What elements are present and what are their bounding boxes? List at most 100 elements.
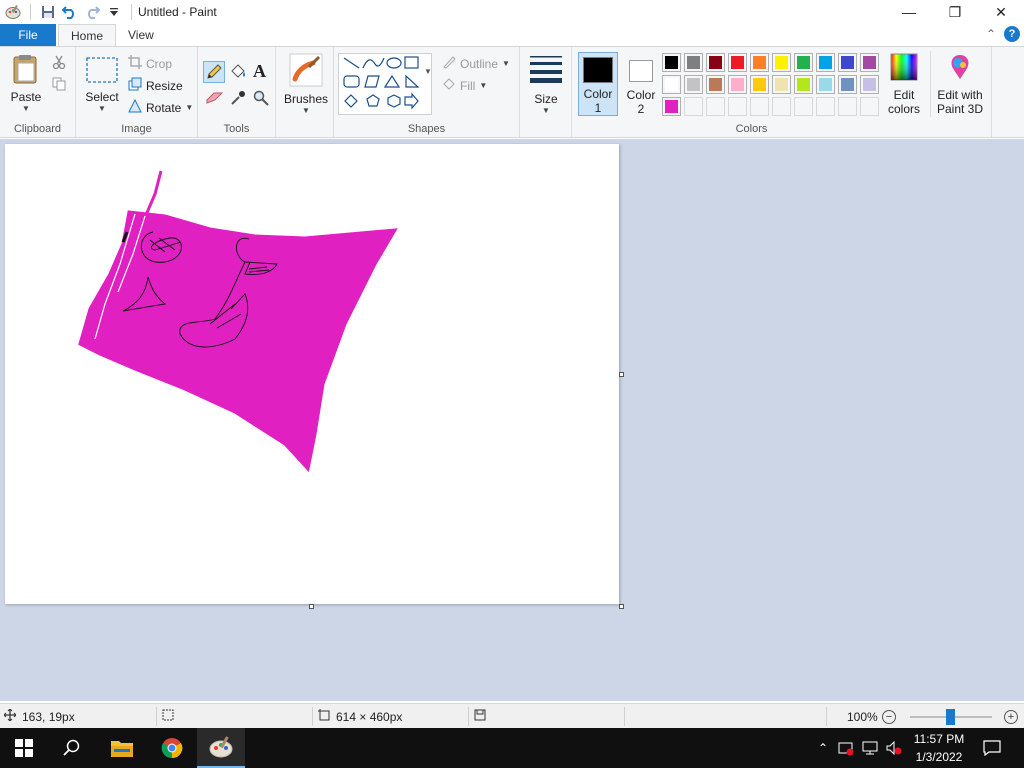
color1-button[interactable]: Color 1 bbox=[578, 52, 618, 116]
palette-swatch[interactable] bbox=[728, 53, 747, 72]
eraser-icon[interactable] bbox=[206, 91, 224, 108]
outline-button[interactable]: Outline ▼ bbox=[442, 55, 510, 72]
palette-swatch-color bbox=[797, 78, 810, 91]
notifications-button[interactable] bbox=[970, 728, 1014, 768]
paste-button[interactable]: Paste ▼ bbox=[6, 53, 46, 113]
collapse-ribbon-icon[interactable]: ⌃ bbox=[986, 27, 996, 41]
palette-swatch[interactable] bbox=[750, 75, 769, 94]
drawing-canvas[interactable] bbox=[5, 144, 619, 604]
rotate-button[interactable]: Rotate ▼ bbox=[128, 98, 193, 116]
search-button[interactable] bbox=[48, 728, 96, 768]
paint-app-icon[interactable] bbox=[4, 3, 22, 21]
zoom-slider-thumb[interactable] bbox=[946, 709, 955, 725]
palette-swatch[interactable] bbox=[750, 53, 769, 72]
paint-taskbar-button[interactable] bbox=[197, 728, 245, 768]
palette-swatch[interactable] bbox=[728, 97, 747, 116]
chrome-button[interactable] bbox=[148, 728, 196, 768]
palette-swatch[interactable] bbox=[662, 53, 681, 72]
palette-swatch[interactable] bbox=[816, 97, 835, 116]
volume-muted-icon[interactable] bbox=[882, 740, 906, 756]
palette-swatch[interactable] bbox=[772, 53, 791, 72]
status-divider bbox=[468, 707, 469, 726]
palette-swatch[interactable] bbox=[772, 97, 791, 116]
clipboard-group: Paste ▼ Clipboard bbox=[0, 47, 76, 137]
palette-swatch[interactable] bbox=[838, 53, 857, 72]
palette-swatch[interactable] bbox=[838, 97, 857, 116]
palette-swatch[interactable] bbox=[662, 75, 681, 94]
system-clock[interactable]: 11:57 PM 1/3/2022 bbox=[908, 730, 970, 766]
tab-file[interactable]: File bbox=[0, 24, 56, 46]
palette-swatch[interactable] bbox=[706, 97, 725, 116]
start-button[interactable] bbox=[0, 728, 48, 768]
palette-swatch[interactable] bbox=[706, 53, 725, 72]
palette-swatch-color bbox=[687, 56, 700, 69]
tab-view[interactable]: View bbox=[116, 24, 166, 46]
palette-swatch[interactable] bbox=[772, 75, 791, 94]
palette-swatch[interactable] bbox=[728, 75, 747, 94]
fill-button[interactable]: Fill ▼ bbox=[442, 77, 487, 94]
fill-bucket-icon[interactable] bbox=[229, 63, 247, 84]
text-icon[interactable]: A bbox=[253, 61, 266, 82]
zoom-out-button[interactable]: − bbox=[882, 710, 896, 724]
palette-swatch[interactable] bbox=[750, 97, 769, 116]
status-bar: 163, 19px 614 × 460px 100% − + bbox=[0, 703, 1024, 728]
palette-swatch[interactable] bbox=[860, 75, 879, 94]
network-icon[interactable] bbox=[858, 740, 882, 756]
zoom-in-button[interactable]: + bbox=[1004, 710, 1018, 724]
chrome-icon bbox=[161, 738, 183, 759]
brushes-button[interactable]: Brushes ▼ bbox=[284, 53, 328, 115]
window-title: Untitled - Paint bbox=[138, 5, 217, 19]
paint3d-button[interactable]: Edit with Paint 3D bbox=[934, 53, 986, 116]
show-hidden-icons-icon[interactable]: ⌃ bbox=[812, 741, 834, 755]
file-explorer-button[interactable] bbox=[98, 728, 146, 768]
save-icon[interactable] bbox=[39, 3, 57, 21]
magnifier-icon[interactable] bbox=[253, 90, 269, 109]
crop-label: Crop bbox=[146, 56, 173, 71]
resize-handle-bottom[interactable] bbox=[309, 604, 314, 609]
shapes-scroll-icon[interactable]: ▼ bbox=[424, 67, 432, 76]
restore-button[interactable]: ❐ bbox=[932, 0, 978, 24]
palette-swatch[interactable] bbox=[794, 97, 813, 116]
palette-swatch[interactable] bbox=[860, 97, 879, 116]
palette-swatch-color bbox=[665, 56, 678, 69]
edit-colors-button[interactable]: Edit colors bbox=[884, 53, 924, 116]
undo-icon[interactable] bbox=[61, 3, 79, 21]
color2-number: 2 bbox=[637, 102, 645, 116]
palette-swatch[interactable] bbox=[860, 53, 879, 72]
color-picker-icon[interactable] bbox=[230, 90, 246, 109]
palette-swatch[interactable] bbox=[794, 53, 813, 72]
resize-handle-right[interactable] bbox=[619, 372, 624, 377]
palette-swatch[interactable] bbox=[684, 75, 703, 94]
help-icon[interactable]: ? bbox=[1004, 26, 1020, 42]
palette-swatch-color bbox=[731, 78, 744, 91]
tab-home[interactable]: Home bbox=[58, 24, 117, 46]
palette-swatch[interactable] bbox=[816, 53, 835, 72]
palette-swatch[interactable] bbox=[838, 75, 857, 94]
security-icon[interactable] bbox=[834, 740, 858, 756]
resize-handle-corner[interactable] bbox=[619, 604, 624, 609]
pencil-icon[interactable] bbox=[203, 61, 225, 83]
cut-icon[interactable] bbox=[52, 55, 66, 72]
redo-icon[interactable] bbox=[83, 3, 101, 21]
shapes-palette-icon[interactable] bbox=[339, 54, 431, 114]
select-button[interactable]: Select ▼ bbox=[84, 57, 120, 113]
color2-button[interactable]: Color 2 bbox=[622, 52, 660, 116]
palette-swatch[interactable] bbox=[794, 75, 813, 94]
minimize-button[interactable]: — bbox=[886, 0, 932, 24]
palette-swatch[interactable] bbox=[706, 75, 725, 94]
select-label: Select bbox=[85, 90, 119, 104]
palette-swatch[interactable] bbox=[684, 97, 703, 116]
close-button[interactable]: ✕ bbox=[978, 0, 1024, 24]
palette-swatch[interactable] bbox=[816, 75, 835, 94]
size-button[interactable]: Size ▼ bbox=[528, 55, 564, 115]
crop-button[interactable]: Crop bbox=[128, 55, 172, 72]
resize-button[interactable]: Resize bbox=[128, 77, 183, 94]
palette-swatch-color bbox=[775, 100, 788, 113]
color1-number: 1 bbox=[594, 101, 602, 115]
customize-qat-icon[interactable] bbox=[105, 3, 123, 21]
copy-icon[interactable] bbox=[52, 77, 66, 94]
status-divider bbox=[156, 707, 157, 726]
resize-icon bbox=[128, 77, 142, 94]
palette-swatch[interactable] bbox=[684, 53, 703, 72]
palette-swatch[interactable] bbox=[662, 97, 681, 116]
